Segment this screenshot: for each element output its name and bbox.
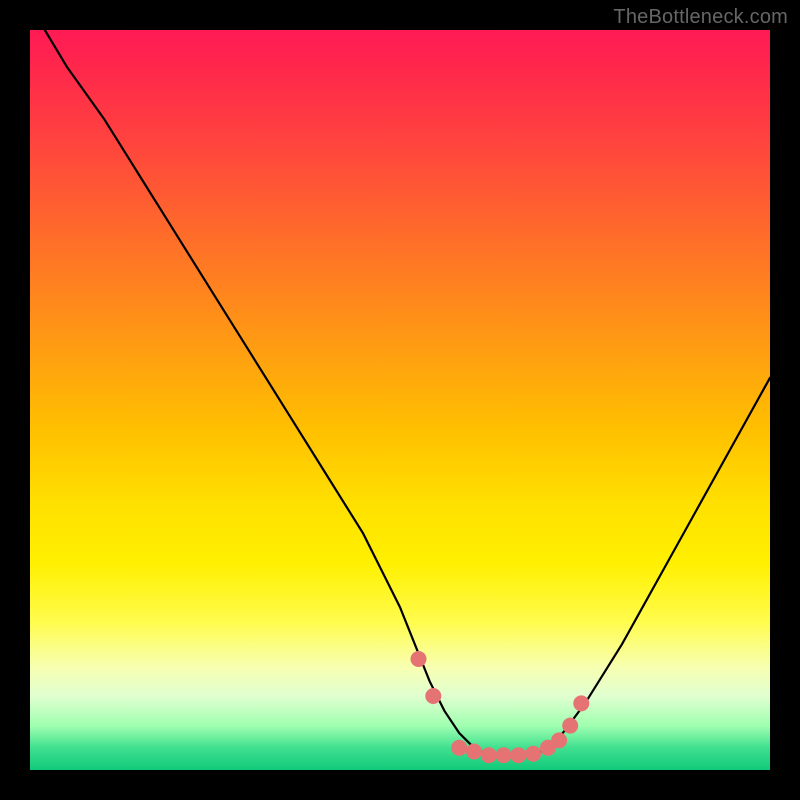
bottleneck-chart-svg	[30, 30, 770, 770]
curve-marker	[573, 695, 589, 711]
curve-marker	[451, 740, 467, 756]
watermark-text: TheBottleneck.com	[613, 6, 788, 29]
curve-marker	[551, 732, 567, 748]
curve-marker	[411, 651, 427, 667]
curve-marker	[466, 744, 482, 760]
curve-markers	[411, 651, 590, 763]
curve-marker	[510, 747, 526, 763]
curve-marker	[525, 746, 541, 762]
bottleneck-curve	[45, 30, 770, 755]
curve-marker	[562, 718, 578, 734]
curve-marker	[481, 747, 497, 763]
chart-frame: TheBottleneck.com	[0, 0, 800, 800]
curve-marker	[425, 688, 441, 704]
curve-marker	[496, 747, 512, 763]
